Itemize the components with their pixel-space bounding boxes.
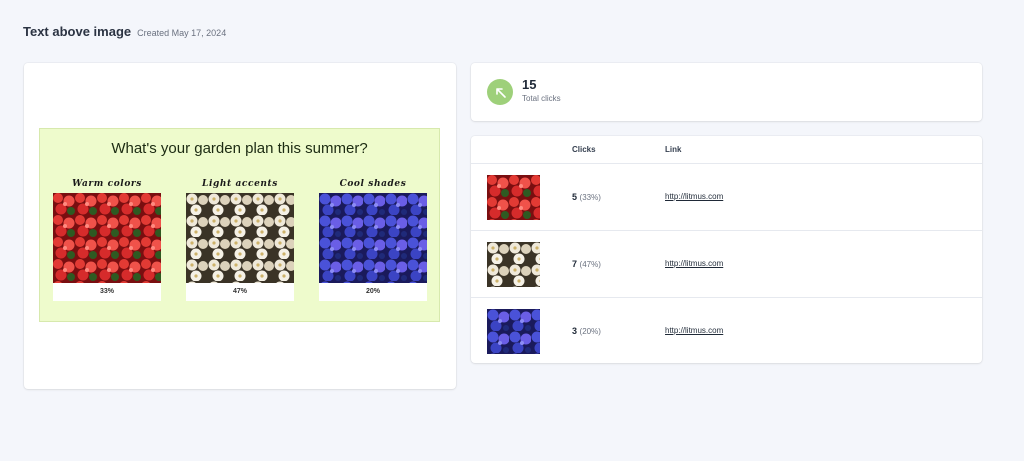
column-header-link: Link [665, 145, 682, 154]
cursor-click-icon [487, 79, 513, 105]
page-title: Text above image [23, 24, 132, 39]
poll-option-warm[interactable]: Warm colors 33% [53, 179, 161, 301]
table-header: Clicks Link [471, 136, 982, 164]
white-flowers-image [186, 193, 294, 283]
table-row: 3 (20%) http://litmus.com [471, 298, 982, 364]
poll-question: What's your garden plan this summer? [111, 140, 368, 157]
row-click-percent: (33%) [579, 193, 601, 202]
row-link[interactable]: http://litmus.com [665, 192, 723, 201]
red-flowers-thumbnail [487, 175, 540, 220]
row-click-count: 7 [572, 259, 578, 269]
row-link[interactable]: http://litmus.com [665, 259, 723, 268]
row-click-count: 3 [572, 326, 578, 336]
row-link[interactable]: http://litmus.com [665, 326, 723, 335]
red-flowers-image [53, 193, 161, 283]
column-header-clicks: Clicks [572, 145, 596, 154]
row-click-count: 5 [572, 192, 578, 202]
table-row: 5 (33%) http://litmus.com [471, 164, 982, 231]
poll-option-label: Light accents [202, 179, 278, 189]
blue-flowers-image [319, 193, 427, 283]
row-clicks: 5 (33%) [572, 192, 601, 202]
total-clicks-value: 15 [522, 77, 537, 92]
row-clicks: 3 (20%) [572, 326, 601, 336]
poll-option-percent: 47% [186, 283, 294, 301]
poll-option-label: Warm colors [72, 179, 142, 189]
white-flowers-thumbnail [487, 242, 540, 287]
email-preview-card: What's your garden plan this summer? War… [24, 63, 456, 389]
poll-option-percent: 20% [319, 283, 427, 301]
total-clicks-card: 15 Total clicks [471, 63, 982, 121]
row-click-percent: (20%) [579, 327, 601, 336]
clicks-table: Clicks Link 5 (33%) http://litmus.com 7 … [471, 136, 982, 363]
created-date: Created May 17, 2024 [137, 28, 227, 38]
poll-option-label: Cool shades [339, 179, 407, 189]
total-clicks-label: Total clicks [522, 94, 561, 103]
email-preview: What's your garden plan this summer? War… [39, 128, 440, 322]
poll-option-light[interactable]: Light accents 47% [186, 179, 294, 301]
row-click-percent: (47%) [579, 260, 601, 269]
blue-flowers-thumbnail [487, 309, 540, 354]
poll-option-percent: 33% [53, 283, 161, 301]
page-header: Text above image Created May 17, 2024 [23, 24, 226, 39]
row-clicks: 7 (47%) [572, 259, 601, 269]
poll-option-cool[interactable]: Cool shades 20% [319, 179, 427, 301]
table-row: 7 (47%) http://litmus.com [471, 231, 982, 298]
